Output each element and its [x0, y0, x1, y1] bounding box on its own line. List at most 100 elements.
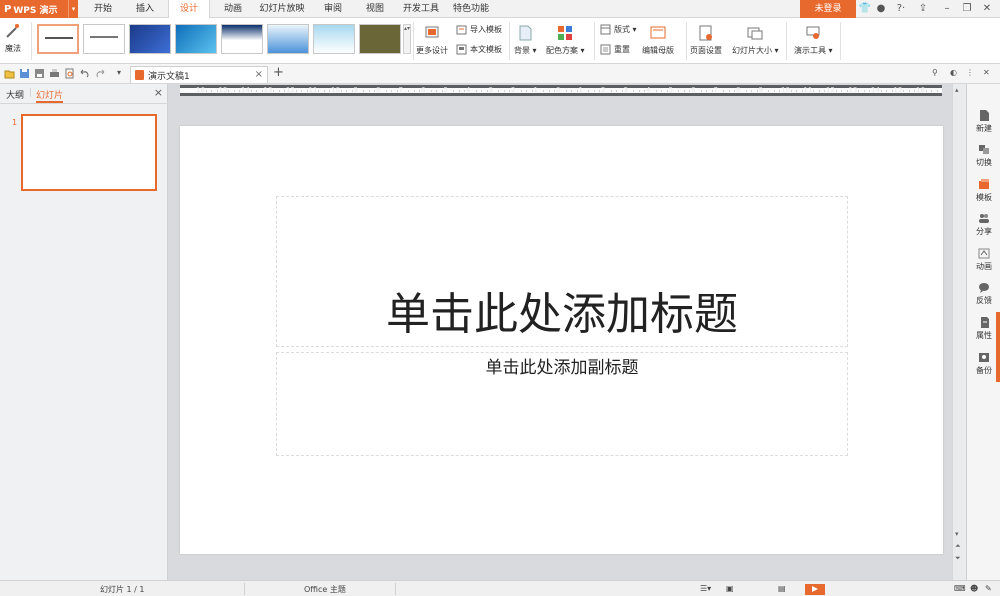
design-template-5[interactable]: [221, 24, 263, 54]
scroll-up-icon[interactable]: ▴: [955, 86, 959, 94]
edit-master-button[interactable]: 编辑母版: [642, 24, 674, 56]
design-template-1[interactable]: [37, 24, 79, 54]
redo-icon[interactable]: [95, 68, 106, 79]
skin-icon[interactable]: 👕: [858, 2, 872, 16]
vertical-scrollbar[interactable]: ▴ ▾ ⏶ ⏷: [952, 84, 966, 580]
ruler-tick: [863, 90, 865, 92]
keyboard-icon[interactable]: ⌨: [954, 584, 966, 593]
magic-wand-icon: [6, 24, 19, 38]
sorter-view-icon[interactable]: ▤: [778, 584, 786, 593]
design-template-3[interactable]: [129, 24, 171, 54]
document-tab[interactable]: 演示文稿1 ×: [130, 66, 268, 83]
undo-icon[interactable]: [79, 68, 90, 79]
next-slide-icon[interactable]: ⏷: [955, 554, 961, 563]
magic-button[interactable]: 魔法: [4, 22, 22, 54]
save-icon[interactable]: [19, 68, 30, 79]
close-panel-icon[interactable]: ×: [154, 86, 163, 99]
tab-slideshow[interactable]: 幻灯片放映: [256, 0, 308, 18]
ruler-tick: [503, 90, 505, 92]
login-button[interactable]: 未登录: [800, 0, 856, 18]
tab-insert[interactable]: 插入: [128, 0, 162, 18]
customize-toolbar-icon[interactable]: ▾: [117, 68, 121, 77]
ruler-tick: [751, 90, 753, 92]
settings-icon[interactable]: ✎: [985, 584, 992, 593]
layout-button[interactable]: 版式 ▾: [600, 24, 637, 35]
slide-canvas[interactable]: 单击此处添加标题 单击此处添加副标题: [180, 126, 943, 554]
upload-icon[interactable]: ⇪: [916, 2, 930, 16]
background-button[interactable]: 背景 ▾: [514, 24, 537, 56]
tab-developer[interactable]: 开发工具: [398, 0, 444, 18]
design-template-4[interactable]: [175, 24, 217, 54]
outline-tab[interactable]: 大纲: [6, 88, 24, 101]
ruler-label: 13: [848, 86, 858, 94]
ruler-tick: [318, 90, 320, 92]
print-preview-icon[interactable]: [64, 68, 75, 79]
new-tab-button[interactable]: +: [273, 65, 284, 80]
tab-design[interactable]: 设计: [168, 0, 210, 19]
slide-thumbnail[interactable]: [21, 114, 157, 191]
design-template-6[interactable]: [267, 24, 309, 54]
ruler-tick: [858, 90, 860, 92]
ruler-tick: [678, 90, 680, 92]
ruler-label: 15: [893, 86, 903, 94]
print-icon[interactable]: [49, 68, 60, 79]
present-tools-button[interactable]: 演示工具 ▾: [794, 24, 833, 56]
page-setup-button[interactable]: 页面设置: [690, 24, 722, 56]
doc-close-all-icon[interactable]: ✕: [983, 68, 990, 77]
ruler-tick: [391, 90, 393, 92]
doc-list-icon[interactable]: ⋮: [966, 68, 974, 77]
restore-icon[interactable]: ❐: [960, 2, 974, 16]
open-folder-icon[interactable]: [4, 68, 15, 79]
design-template-7[interactable]: [313, 24, 355, 54]
scroll-down-icon[interactable]: ▾: [955, 530, 959, 538]
import-template-button[interactable]: 导入模板: [456, 24, 502, 35]
template-icon: [456, 44, 467, 55]
this-template-button[interactable]: 本文模板: [456, 44, 502, 55]
presentation-tools-icon: [806, 26, 820, 39]
ruler-tick: [925, 90, 927, 92]
prev-slide-icon[interactable]: ⏶: [955, 542, 961, 551]
more-design-button[interactable]: 更多设计: [416, 24, 448, 56]
close-icon[interactable]: ✕: [980, 2, 994, 16]
ruler-label: 5: [668, 86, 673, 94]
color-scheme-button[interactable]: 配色方案 ▾: [546, 24, 585, 56]
ruler-tick: [908, 90, 910, 92]
ruler-tick: [773, 90, 775, 92]
tab-home[interactable]: 开始: [86, 0, 120, 18]
slides-tab-underline: [36, 101, 63, 103]
tab-view[interactable]: 视图: [358, 0, 392, 18]
subtitle-placeholder[interactable]: 单击此处添加副标题: [276, 352, 848, 456]
sidebar-item-switch[interactable]: 切换: [967, 144, 1000, 168]
reset-button[interactable]: 重置: [600, 44, 630, 55]
help-icon[interactable]: ?·: [892, 2, 910, 16]
sidebar-item-template[interactable]: 模板: [967, 179, 1000, 203]
tab-review[interactable]: 审阅: [316, 0, 350, 18]
sidebar-item-animation[interactable]: 动画: [967, 248, 1000, 272]
sidebar-item-share[interactable]: 分享: [967, 213, 1000, 237]
notes-toggle-icon[interactable]: ☰▾: [700, 584, 711, 593]
design-template-8[interactable]: [359, 24, 401, 54]
sidebar-item-feedback[interactable]: 反馈: [967, 282, 1000, 306]
sidebar-collapse-handle[interactable]: [996, 312, 1000, 382]
save-as-icon[interactable]: [34, 68, 45, 79]
pin-icon[interactable]: ⚲: [932, 68, 938, 77]
slide-size-button[interactable]: 幻灯片大小 ▾: [732, 24, 779, 56]
doc-nav-icon[interactable]: ◐: [950, 68, 957, 77]
normal-view-icon[interactable]: ▣: [726, 584, 734, 593]
slide-master-icon: [650, 26, 666, 39]
sidebar-item-new[interactable]: 新建: [967, 110, 1000, 134]
minimize-icon[interactable]: –: [940, 2, 954, 16]
chevron-down-icon[interactable]: ▾: [68, 0, 78, 18]
title-placeholder[interactable]: 单击此处添加标题: [276, 196, 848, 347]
user-icon[interactable]: ☻: [970, 584, 978, 593]
design-template-2[interactable]: [83, 24, 125, 54]
wps-app-button[interactable]: P WPS 演示 ▾: [0, 0, 78, 18]
chat-icon[interactable]: ●: [874, 2, 888, 16]
tab-features[interactable]: 特色功能: [450, 0, 492, 18]
play-slideshow-button[interactable]: [805, 584, 825, 595]
close-tab-icon[interactable]: ×: [255, 69, 263, 80]
slides-tab[interactable]: 幻灯片: [36, 88, 63, 101]
ruler-tick: [936, 90, 938, 92]
template-scroll-icon[interactable]: ▴▾: [403, 24, 411, 54]
tab-animation[interactable]: 动画: [216, 0, 250, 18]
